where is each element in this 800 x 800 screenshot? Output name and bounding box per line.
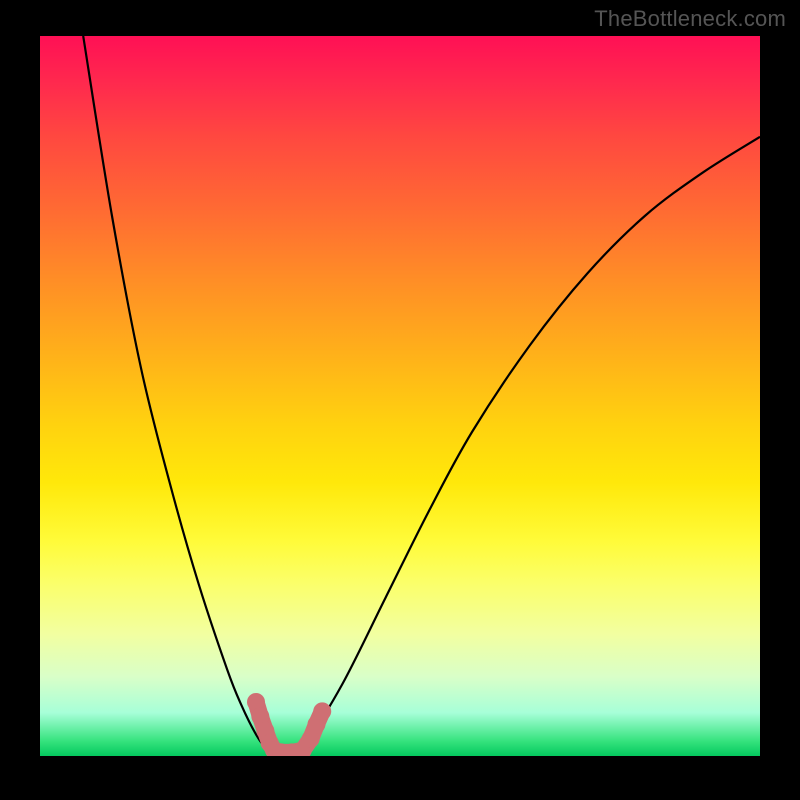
chart-stage: TheBottleneck.com <box>0 0 800 800</box>
marker-dot <box>313 702 331 720</box>
watermark-text: TheBottleneck.com <box>594 6 786 32</box>
plot-area <box>40 36 760 756</box>
marker-group <box>247 693 331 756</box>
bottleneck-curve <box>83 36 760 753</box>
curve-svg <box>40 36 760 756</box>
